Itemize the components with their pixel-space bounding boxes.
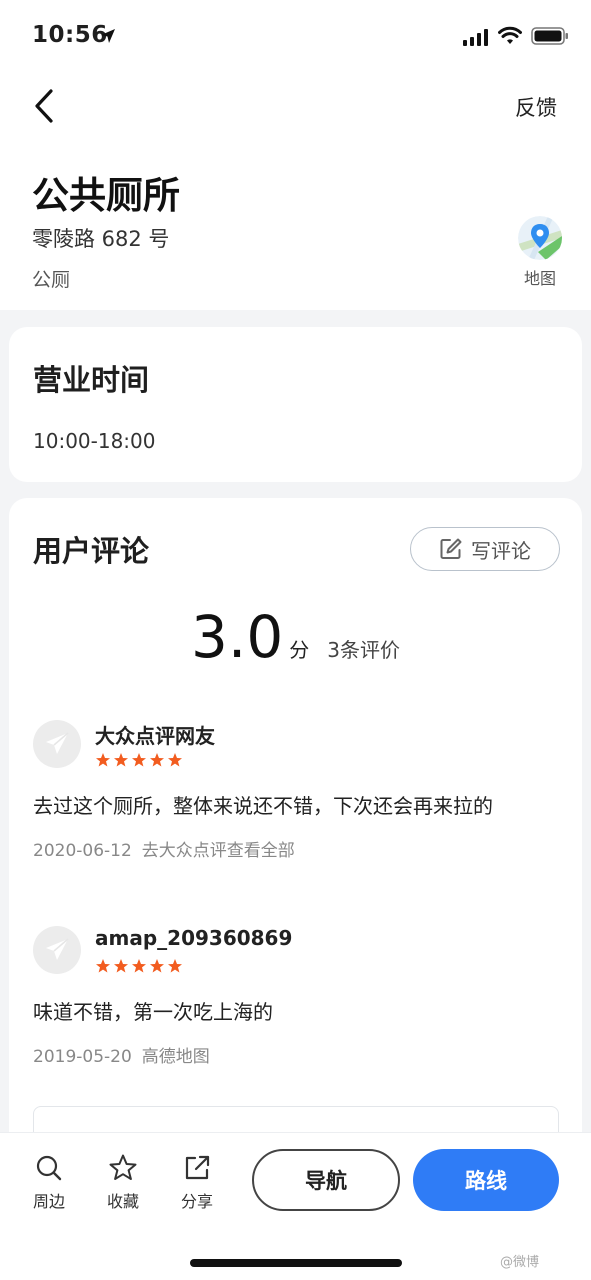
map-icon [518,216,562,260]
search-icon [36,1155,62,1181]
review-text: 味道不错，第一次吃上海的 [33,1000,273,1024]
star-icon [132,753,146,767]
location-arrow-icon [101,29,115,43]
place-category: 公厕 [32,269,71,291]
bottom-toolbar: 周边 收藏 分享 导航 路线 @微博 [0,1132,591,1280]
review-source-link[interactable]: 去大众点评查看全部 [142,841,295,861]
share-icon [185,1155,210,1180]
review-meta: 2020-06-12 去大众点评查看全部 [33,836,295,861]
wifi-icon [498,26,522,44]
map-button[interactable]: 地图 [516,216,564,289]
write-review-button[interactable]: 写评论 [410,527,560,571]
status-bar: 10:56 [0,0,591,72]
watermark: @微博 [500,1255,540,1270]
paper-plane-icon [46,732,69,754]
star-icon [168,959,182,973]
favorite-label: 收藏 [106,1192,139,1211]
favorite-button[interactable]: 收藏 [97,1153,149,1212]
star-icon [132,959,146,973]
review-date: 2019-05-20 [33,1047,132,1067]
avatar [33,720,81,768]
route-button[interactable]: 路线 [413,1149,559,1211]
write-review-label: 写评论 [471,538,531,563]
status-time: 10:56 [32,22,108,48]
hours-value: 10:00-18:00 [33,429,156,453]
rating-unit: 分 [289,638,310,662]
star-icon [96,959,110,973]
nearby-label: 周边 [32,1192,65,1211]
feedback-link[interactable]: 反馈 [515,92,557,122]
battery-icon [531,27,568,45]
star-icon [150,959,164,973]
place-header: 反馈 公共厕所 零陵路 682 号 公厕 地图 [0,72,591,310]
business-hours-card: 营业时间 10:00-18:00 [9,327,582,482]
hours-title: 营业时间 [33,363,150,397]
reviews-card: 用户评论 写评论 3.0 分 3条评价 大众点评网友 去过这个厕所，整体来说还不错，… [9,498,582,1198]
star-icon [114,959,128,973]
rating-summary: 3.0 分 3条评价 [9,603,582,671]
rating-score: 3.0 [191,603,284,671]
home-indicator [190,1259,402,1267]
paper-plane-icon [46,938,69,960]
cellular-signal-icon [463,29,488,46]
map-label: 地图 [523,269,556,288]
star-icon [114,753,128,767]
place-address: 零陵路 682 号 [32,227,170,251]
chevron-left-icon [35,89,53,123]
review-date: 2020-06-12 [33,841,132,861]
reviews-title: 用户评论 [33,534,150,568]
share-label: 分享 [180,1192,213,1211]
star-icon [150,753,164,767]
review-text: 去过这个厕所，整体来说还不错，下次还会再来拉的 [33,794,493,818]
star-icon [96,753,110,767]
review-meta: 2019-05-20 高德地图 [33,1042,210,1067]
avatar [33,926,81,974]
navigate-button[interactable]: 导航 [252,1149,400,1211]
review-count: 3条评价 [327,638,400,662]
edit-icon [440,538,462,559]
review-username: 大众点评网友 [95,724,215,748]
review-source: 高德地图 [141,1047,210,1067]
star-rating [95,958,183,974]
place-title: 公共厕所 [32,174,180,217]
review-username: amap_209360869 [95,926,293,950]
star-outline-icon [109,1154,137,1180]
star-rating [95,752,183,768]
share-button[interactable]: 分享 [171,1153,223,1212]
nearby-button[interactable]: 周边 [23,1153,75,1212]
star-icon [168,753,182,767]
back-button[interactable] [26,86,62,126]
